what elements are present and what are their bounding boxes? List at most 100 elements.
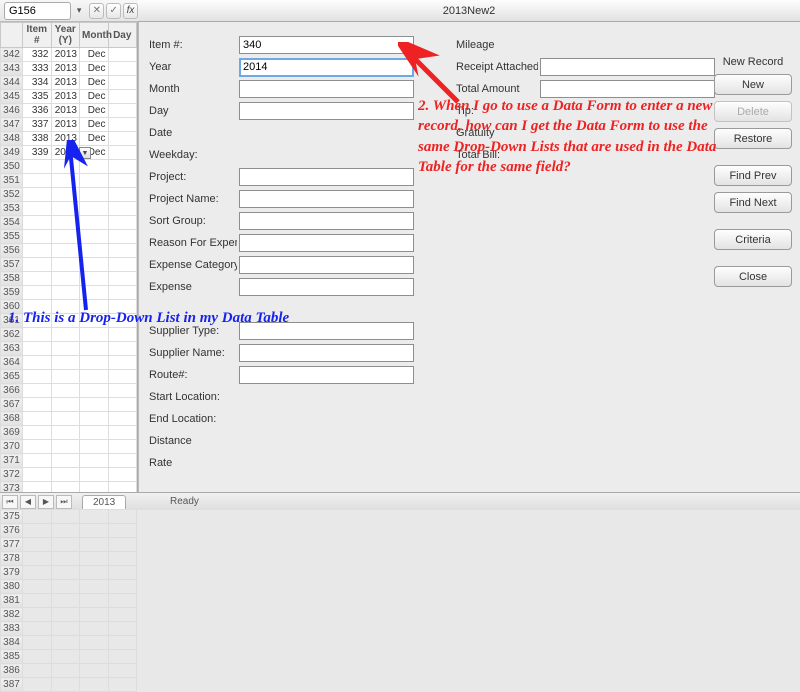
row-header[interactable]: 357 <box>1 258 23 272</box>
table-row[interactable]: 3443342013Dec <box>1 76 137 90</box>
table-row[interactable]: 381 <box>1 594 137 608</box>
table-row[interactable]: 386 <box>1 664 137 678</box>
cell-item[interactable]: 336 <box>23 104 52 118</box>
cell-month[interactable]: Dec <box>80 132 109 146</box>
sheet-nav-last-icon[interactable]: ⏭ <box>56 495 72 509</box>
cell-month[interactable]: Dec <box>80 118 109 132</box>
criteria-button[interactable]: Criteria <box>714 229 792 250</box>
field-input[interactable] <box>239 58 414 77</box>
table-row[interactable]: 380 <box>1 580 137 594</box>
row-header[interactable]: 347 <box>1 118 23 132</box>
cell-day[interactable] <box>108 104 137 118</box>
row-header[interactable]: 372 <box>1 468 23 482</box>
row-header[interactable]: 350 <box>1 160 23 174</box>
row-header[interactable]: 377 <box>1 538 23 552</box>
name-box[interactable]: G156 <box>4 2 71 20</box>
field-input[interactable] <box>239 366 414 384</box>
row-header[interactable]: 386 <box>1 664 23 678</box>
table-row[interactable]: 352 <box>1 188 137 202</box>
cell-day[interactable] <box>108 90 137 104</box>
table-row[interactable]: 383 <box>1 622 137 636</box>
row-header[interactable]: 369 <box>1 426 23 440</box>
table-row[interactable]: 3463362013Dec <box>1 104 137 118</box>
field-input[interactable] <box>239 168 414 186</box>
table-row[interactable]: 382 <box>1 608 137 622</box>
cell-year[interactable]: 2013 <box>51 48 80 62</box>
cell-year[interactable]: 2013 <box>51 62 80 76</box>
table-row[interactable]: 353 <box>1 202 137 216</box>
table-row[interactable]: 3483382013Dec <box>1 132 137 146</box>
close-button[interactable]: Close <box>714 266 792 287</box>
row-header[interactable]: 365 <box>1 370 23 384</box>
table-row[interactable]: 354 <box>1 216 137 230</box>
cancel-formula-icon[interactable]: ✕ <box>89 3 104 19</box>
row-header[interactable]: 351 <box>1 174 23 188</box>
table-row[interactable]: 3433332013Dec <box>1 62 137 76</box>
table-row[interactable]: 384 <box>1 636 137 650</box>
row-header[interactable]: 356 <box>1 244 23 258</box>
row-header[interactable]: 385 <box>1 650 23 664</box>
cell-item[interactable]: 337 <box>23 118 52 132</box>
field-input[interactable] <box>239 80 414 98</box>
cell-day[interactable] <box>108 62 137 76</box>
row-header[interactable]: 367 <box>1 398 23 412</box>
field-input[interactable] <box>239 36 414 54</box>
cell-month[interactable]: Dec <box>80 62 109 76</box>
cell-item[interactable]: 332 <box>23 48 52 62</box>
row-header[interactable]: 384 <box>1 636 23 650</box>
table-row[interactable]: 366 <box>1 384 137 398</box>
cell-month[interactable]: Dec <box>80 104 109 118</box>
table-row[interactable]: 367 <box>1 398 137 412</box>
table-row[interactable]: 359 <box>1 286 137 300</box>
field-input[interactable] <box>239 190 414 208</box>
row-header[interactable]: 380 <box>1 580 23 594</box>
row-header[interactable]: 343 <box>1 62 23 76</box>
sheet-nav-first-icon[interactable]: ⏮ <box>2 495 18 509</box>
table-row[interactable]: 371 <box>1 454 137 468</box>
table-row[interactable]: 3493392013▼Dec <box>1 146 137 160</box>
new-button[interactable]: New <box>714 74 792 95</box>
table-row[interactable]: 3453352013Dec <box>1 90 137 104</box>
table-row[interactable]: 364 <box>1 356 137 370</box>
row-header[interactable]: 387 <box>1 678 23 692</box>
sheet-nav-next-icon[interactable]: ▶ <box>38 495 54 509</box>
row-header[interactable]: 352 <box>1 188 23 202</box>
cell-day[interactable] <box>108 76 137 90</box>
table-row[interactable]: 376 <box>1 524 137 538</box>
table-row[interactable]: 368 <box>1 412 137 426</box>
cell-item[interactable]: 334 <box>23 76 52 90</box>
row-header[interactable]: 349 <box>1 146 23 160</box>
field-input[interactable] <box>239 212 414 230</box>
row-header[interactable]: 382 <box>1 608 23 622</box>
cell-month[interactable]: Dec <box>80 48 109 62</box>
sheet-nav-prev-icon[interactable]: ◀ <box>20 495 36 509</box>
fx-icon[interactable]: fx <box>123 3 138 19</box>
row-header[interactable]: 375 <box>1 510 23 524</box>
find-prev-button[interactable]: Find Prev <box>714 165 792 186</box>
table-row[interactable]: 363 <box>1 342 137 356</box>
table-row[interactable]: 355 <box>1 230 137 244</box>
cell-year[interactable]: 2013 <box>51 90 80 104</box>
restore-button[interactable]: Restore <box>714 128 792 149</box>
cell-year[interactable]: 2013 <box>51 118 80 132</box>
row-header[interactable]: 362 <box>1 328 23 342</box>
table-row[interactable]: 350 <box>1 160 137 174</box>
table-row[interactable]: 378 <box>1 552 137 566</box>
accept-formula-icon[interactable]: ✓ <box>106 3 121 19</box>
cell-item[interactable]: 338 <box>23 132 52 146</box>
row-header[interactable]: 353 <box>1 202 23 216</box>
row-header[interactable]: 359 <box>1 286 23 300</box>
table-row[interactable]: 365 <box>1 370 137 384</box>
row-header[interactable]: 364 <box>1 356 23 370</box>
row-header[interactable]: 348 <box>1 132 23 146</box>
row-header[interactable]: 383 <box>1 622 23 636</box>
cell-year[interactable]: 2013 <box>51 104 80 118</box>
field-input[interactable] <box>239 256 414 274</box>
row-header[interactable]: 381 <box>1 594 23 608</box>
field-input[interactable] <box>239 234 414 252</box>
table-row[interactable]: 351 <box>1 174 137 188</box>
cell-year[interactable]: 2013 <box>51 76 80 90</box>
table-row[interactable]: 385 <box>1 650 137 664</box>
row-header[interactable]: 346 <box>1 104 23 118</box>
row-header[interactable]: 354 <box>1 216 23 230</box>
